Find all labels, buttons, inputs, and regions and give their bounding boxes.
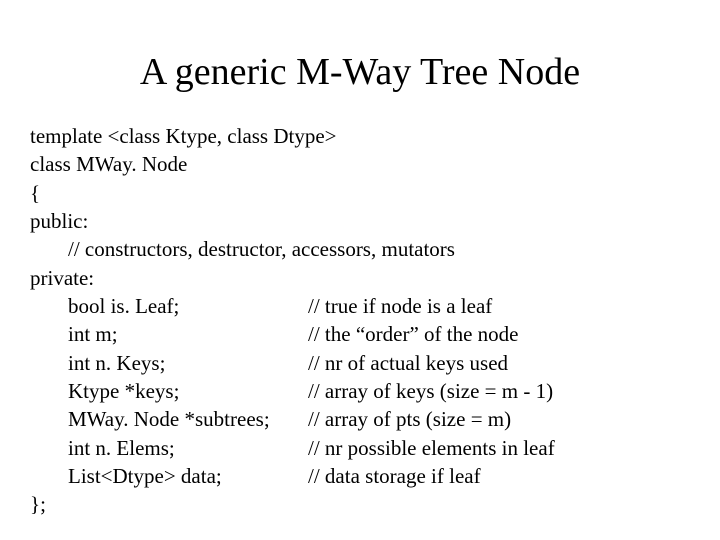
member-row: int m; // the “order” of the node <box>30 320 690 348</box>
code-line-public-comment: // constructors, destructor, accessors, … <box>30 235 690 263</box>
member-row: MWay. Node *subtrees; // array of pts (s… <box>30 405 690 433</box>
code-line-class: class MWay. Node <box>30 150 690 178</box>
code-block: template <class Ktype, class Dtype> clas… <box>30 122 690 519</box>
member-comment: // nr possible elements in leaf <box>308 434 690 462</box>
member-row: List<Dtype> data; // data storage if lea… <box>30 462 690 490</box>
member-row: int n. Keys; // nr of actual keys used <box>30 349 690 377</box>
member-decl: int n. Keys; <box>68 349 308 377</box>
member-comment: // true if node is a leaf <box>308 292 690 320</box>
member-comment: // array of pts (size = m) <box>308 405 690 433</box>
code-line-open-brace: { <box>30 179 690 207</box>
member-comment: // the “order” of the node <box>308 320 690 348</box>
member-decl: Ktype *keys; <box>68 377 308 405</box>
member-decl: MWay. Node *subtrees; <box>68 405 308 433</box>
member-decl: bool is. Leaf; <box>68 292 308 320</box>
slide-title: A generic M-Way Tree Node <box>30 50 690 94</box>
member-comment: // array of keys (size = m - 1) <box>308 377 690 405</box>
member-row: Ktype *keys; // array of keys (size = m … <box>30 377 690 405</box>
code-line-close-brace: }; <box>30 490 690 518</box>
member-decl: int n. Elems; <box>68 434 308 462</box>
member-decl: List<Dtype> data; <box>68 462 308 490</box>
member-comment: // data storage if leaf <box>308 462 690 490</box>
code-line-template: template <class Ktype, class Dtype> <box>30 122 690 150</box>
member-comment: // nr of actual keys used <box>308 349 690 377</box>
member-row: bool is. Leaf; // true if node is a leaf <box>30 292 690 320</box>
member-row: int n. Elems; // nr possible elements in… <box>30 434 690 462</box>
code-line-private: private: <box>30 264 690 292</box>
code-line-public: public: <box>30 207 690 235</box>
member-decl: int m; <box>68 320 308 348</box>
